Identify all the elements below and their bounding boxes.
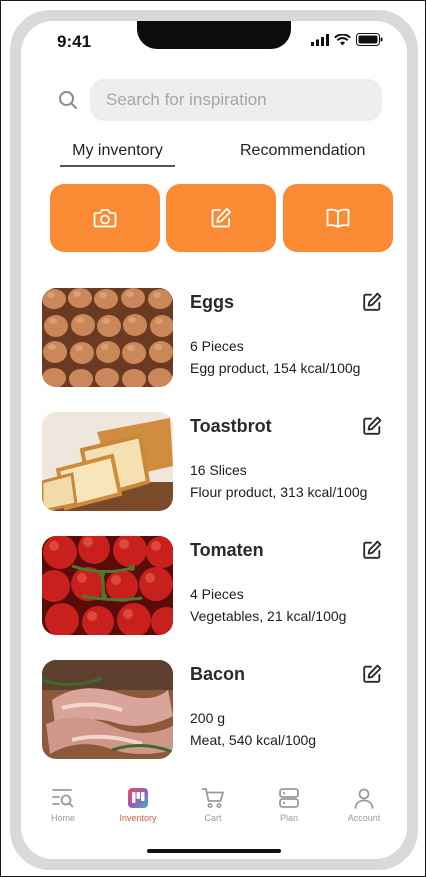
edit-icon[interactable]: [361, 663, 383, 685]
plan-icon: [279, 788, 299, 808]
nav-label: Account: [347, 813, 381, 823]
edit-icon[interactable]: [361, 539, 383, 561]
item-info: Egg product, 154 kcal/100g: [190, 360, 361, 376]
toastbrot-image: [42, 412, 173, 511]
search-placeholder: Search for inspiration: [106, 90, 267, 109]
item-name: Toastbrot: [190, 416, 272, 436]
nav-cart[interactable]: Cart: [183, 785, 243, 823]
item-info: Flour product, 313 kcal/100g: [190, 484, 368, 500]
nav-label: Home: [50, 813, 75, 823]
signal-icon: [311, 33, 329, 46]
inventory-item-tomaten[interactable]: Tomaten 4 Pieces Vegetables, 21 kcal/100…: [42, 536, 387, 636]
eggs-image: [42, 288, 173, 387]
tomaten-image: [42, 536, 173, 635]
wifi-icon: [334, 33, 351, 45]
edit-icon[interactable]: [361, 291, 383, 313]
nav-home[interactable]: Home: [33, 785, 93, 823]
camera-button[interactable]: [50, 184, 160, 252]
cart-icon: [201, 788, 224, 808]
recipe-book-button[interactable]: [283, 184, 393, 252]
bottom-nav: Home Inventory Cart Plan Account: [21, 785, 407, 833]
inventory-icon: [128, 788, 148, 808]
account-icon: [354, 788, 374, 809]
tab-my-inventory[interactable]: My inventory: [60, 142, 175, 167]
inventory-item-bacon[interactable]: Bacon 200 g Meat, 540 kcal/100g: [42, 660, 387, 760]
tab-recommendation[interactable]: Recommendation: [240, 142, 365, 160]
phone-screen: 9:41 Search for inspiration My inventory…: [21, 21, 407, 859]
item-quantity: 4 Pieces: [190, 586, 244, 602]
home-search-icon: [52, 789, 74, 808]
nav-inventory[interactable]: Inventory: [108, 785, 168, 823]
book-icon: [326, 208, 350, 228]
inventory-item-eggs[interactable]: Eggs 6 Pieces Egg product, 154 kcal/100g: [42, 288, 387, 388]
search-input[interactable]: Search for inspiration: [90, 79, 382, 121]
item-info: Meat, 540 kcal/100g: [190, 732, 317, 748]
nav-label: Plan: [279, 813, 298, 823]
notch: [137, 21, 291, 49]
bacon-image: [42, 660, 173, 759]
nav-account[interactable]: Account: [334, 785, 394, 823]
item-name: Eggs: [190, 292, 235, 312]
manual-add-button[interactable]: [166, 184, 276, 252]
nav-label: Inventory: [119, 813, 157, 823]
item-quantity: 6 Pieces: [190, 338, 244, 354]
item-name: Bacon: [190, 664, 246, 684]
status-icons: [311, 33, 383, 46]
nav-label: Cart: [204, 813, 222, 823]
item-info: Vegetables, 21 kcal/100g: [190, 608, 347, 624]
status-time: 9:41: [57, 32, 92, 51]
edit-icon: [211, 207, 232, 228]
camera-icon: [93, 209, 117, 228]
edit-icon[interactable]: [361, 415, 383, 437]
home-indicator: [147, 849, 281, 853]
inventory-item-toastbrot[interactable]: Toastbrot 16 Slices Flour product, 313 k…: [42, 412, 387, 512]
search-icon[interactable]: [58, 90, 78, 110]
nav-plan[interactable]: Plan: [259, 785, 319, 823]
item-quantity: 16 Slices: [190, 462, 247, 478]
item-quantity: 200 g: [190, 710, 226, 726]
item-name: Tomaten: [190, 540, 264, 560]
device-outer-border: 9:41 Search for inspiration My inventory…: [0, 0, 426, 877]
battery-icon: [356, 33, 383, 46]
